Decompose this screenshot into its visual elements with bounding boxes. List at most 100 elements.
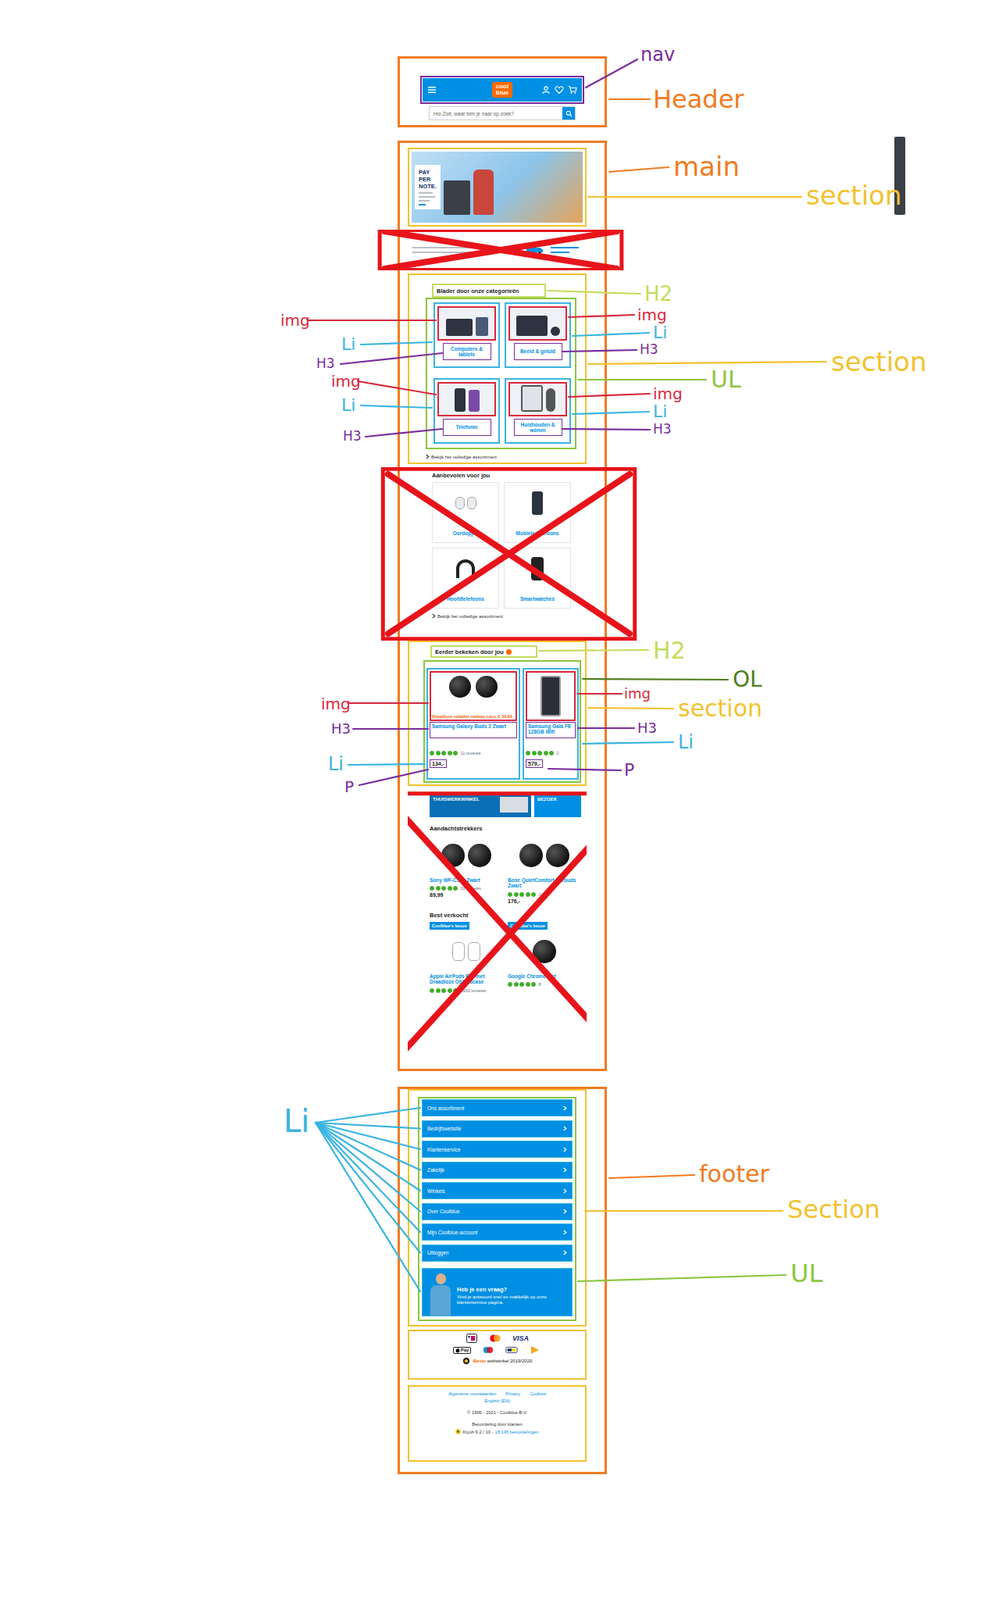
search-field[interactable]: Hoi Zoë, waar ben je naar op zoek? bbox=[428, 106, 576, 121]
annotation-label: Li bbox=[283, 1105, 310, 1137]
annotation-line bbox=[609, 1174, 695, 1178]
annotation-label: Li bbox=[652, 403, 668, 421]
recommended-card[interactable]: Oordopjes bbox=[431, 481, 500, 543]
legal-link[interactable]: Algemene voorwaarden bbox=[448, 1391, 496, 1396]
category-list: Computers & tablets Beeld & geluid Telef… bbox=[425, 297, 577, 450]
annotation-label: H2 bbox=[644, 283, 673, 304]
chevron-right-icon bbox=[563, 1105, 568, 1111]
search-button[interactable] bbox=[562, 107, 575, 120]
best-sellers-list: Coolblue's keuze Apple AirPods Pro met D… bbox=[429, 921, 582, 993]
nav: cool blue bbox=[420, 75, 585, 104]
annotation-line bbox=[365, 428, 443, 437]
annotation-line bbox=[548, 768, 621, 771]
recommended-name: Mobiele telefoons bbox=[516, 530, 560, 536]
review-count[interactable]: 2 bbox=[556, 750, 560, 756]
footer-menu-item[interactable]: Bedrijfswebsite bbox=[421, 1120, 573, 1138]
annotation-line bbox=[572, 411, 650, 414]
product-name: Sony WF-C500 Zwart bbox=[429, 877, 481, 883]
footer-menu-item[interactable]: Ons assortiment bbox=[421, 1098, 573, 1117]
rating-dot bbox=[441, 988, 446, 993]
annotation-label: H3 bbox=[652, 422, 672, 436]
eye-catchers-list: Sony WF-C500 Zwart 31 reviews 89,99 Bose… bbox=[429, 834, 582, 904]
footer-menu-item[interactable]: Zakelijk bbox=[421, 1161, 573, 1179]
language-link[interactable]: English (EN) bbox=[484, 1398, 511, 1403]
chevron-right-icon bbox=[431, 613, 436, 619]
annotation-label: img bbox=[331, 373, 361, 389]
rating-dot bbox=[429, 988, 435, 993]
chevron-right-icon bbox=[563, 1208, 568, 1214]
review-count[interactable]: 11 reviews bbox=[460, 750, 482, 756]
category-image bbox=[437, 306, 496, 341]
legal-link[interactable]: Privacy bbox=[505, 1391, 521, 1396]
annotation-label: P bbox=[344, 778, 354, 795]
promo-banner[interactable]: BEZOEK bbox=[534, 793, 582, 818]
category-image bbox=[437, 381, 496, 417]
recommended-image bbox=[531, 553, 544, 585]
logo-top: cool bbox=[495, 83, 509, 90]
category-item[interactable]: Telefonie bbox=[433, 378, 500, 444]
review-count[interactable]: 12 bbox=[538, 891, 544, 897]
category-name: Huishouden & wonen bbox=[513, 418, 563, 436]
rating-dot bbox=[531, 891, 536, 897]
review-count[interactable]: 1933 reviews bbox=[460, 988, 486, 993]
recommended-card[interactable]: Mobiele telefoons bbox=[503, 481, 571, 543]
cart-icon[interactable] bbox=[567, 85, 578, 95]
excluded-cross-mark bbox=[407, 790, 587, 1064]
heart-icon[interactable] bbox=[554, 85, 564, 95]
category-item[interactable]: Computers & tablets bbox=[433, 302, 500, 368]
product-price: 579,- bbox=[525, 759, 543, 768]
banner-image[interactable]: PAY PER NOTE. bbox=[411, 151, 583, 223]
footer-menu-item[interactable]: Over Coolblue bbox=[421, 1202, 573, 1221]
annotation-line bbox=[609, 167, 669, 172]
product-image bbox=[525, 670, 576, 721]
legal-link[interactable]: Cookies bbox=[529, 1391, 546, 1396]
reviews-link[interactable]: 18.145 beoordelingen bbox=[494, 1429, 539, 1435]
bancontact-icon bbox=[505, 1345, 518, 1355]
product-card[interactable]: Bose QuietComfort Earbuds Zwart 12 176,- bbox=[507, 834, 582, 904]
user-icon[interactable] bbox=[541, 85, 551, 95]
review-count[interactable]: 31 reviews bbox=[460, 885, 482, 891]
recommended-card[interactable]: Hoofdtelefoons bbox=[431, 547, 500, 609]
product-card[interactable]: Samsung Gala FE 128GB Wifi 2 579,- bbox=[522, 667, 579, 780]
review-count[interactable]: 8 bbox=[538, 981, 542, 987]
footer-menu-item[interactable]: Winkels bbox=[421, 1181, 573, 1199]
rating-dot bbox=[531, 750, 537, 756]
annotation-line bbox=[588, 361, 827, 364]
annotation-label: Header bbox=[652, 86, 745, 112]
category-name: Telefonie bbox=[442, 418, 492, 436]
product-price: 89,99 bbox=[429, 891, 444, 898]
all-products-link[interactable]: Bekijk het volledige assortiment bbox=[431, 613, 587, 619]
hamburger-menu-icon[interactable] bbox=[427, 85, 437, 95]
help-card[interactable]: Heb je een vraag? Vind je antwoord snel … bbox=[421, 1267, 573, 1317]
recommended-image bbox=[531, 487, 543, 519]
help-text: Vind je antwoord snel en makkelijk op on… bbox=[456, 1294, 568, 1306]
help-title: Heb je een vraag? bbox=[456, 1285, 568, 1293]
all-products-link[interactable]: Bekijk het volledige assortiment bbox=[425, 453, 497, 460]
product-card[interactable]: Coolblue's keuze Google Chromecast 8 bbox=[507, 921, 582, 993]
footer-menu-section: Ons assortiment Bedrijfswebsite Klantens… bbox=[407, 1088, 587, 1327]
footer-menu-item[interactable]: Klantenservice bbox=[421, 1140, 573, 1158]
footer-menu-item[interactable]: Uitloggen bbox=[421, 1244, 573, 1262]
rating-dot bbox=[513, 891, 519, 897]
product-card[interactable]: Sony WF-C500 Zwart 31 reviews 89,99 bbox=[429, 834, 504, 904]
category-item[interactable]: Huishouden & wonen bbox=[504, 378, 571, 444]
chevron-right-icon bbox=[425, 453, 430, 460]
coolblue-logo[interactable]: cool blue bbox=[492, 82, 513, 97]
annotation-line bbox=[353, 727, 429, 730]
footer-menu-item[interactable]: Mijn Coolblue-account bbox=[421, 1223, 573, 1241]
delivery-truck-icon bbox=[525, 244, 545, 256]
annotation-label: OL bbox=[732, 668, 763, 691]
rating-row: 31 reviews bbox=[429, 885, 482, 891]
recommended-card[interactable]: Smartwatches bbox=[503, 547, 571, 609]
promo-banner[interactable]: THUISWERKWINKEL bbox=[429, 793, 532, 818]
annotation-line bbox=[348, 702, 429, 704]
product-card[interactable]: Draadloze oplader cadeau t.w.v. € 39,99 … bbox=[426, 667, 521, 780]
annotation-label: H3 bbox=[316, 356, 336, 371]
category-item[interactable]: Beeld & geluid bbox=[504, 302, 571, 368]
annotation-line bbox=[577, 727, 635, 729]
annotation-line bbox=[568, 393, 650, 397]
annotation-line bbox=[572, 332, 650, 336]
annotation-label: H3 bbox=[342, 429, 362, 443]
rating-dot bbox=[507, 981, 513, 987]
product-card[interactable]: Coolblue's keuze Apple AirPods Pro met D… bbox=[429, 921, 504, 993]
